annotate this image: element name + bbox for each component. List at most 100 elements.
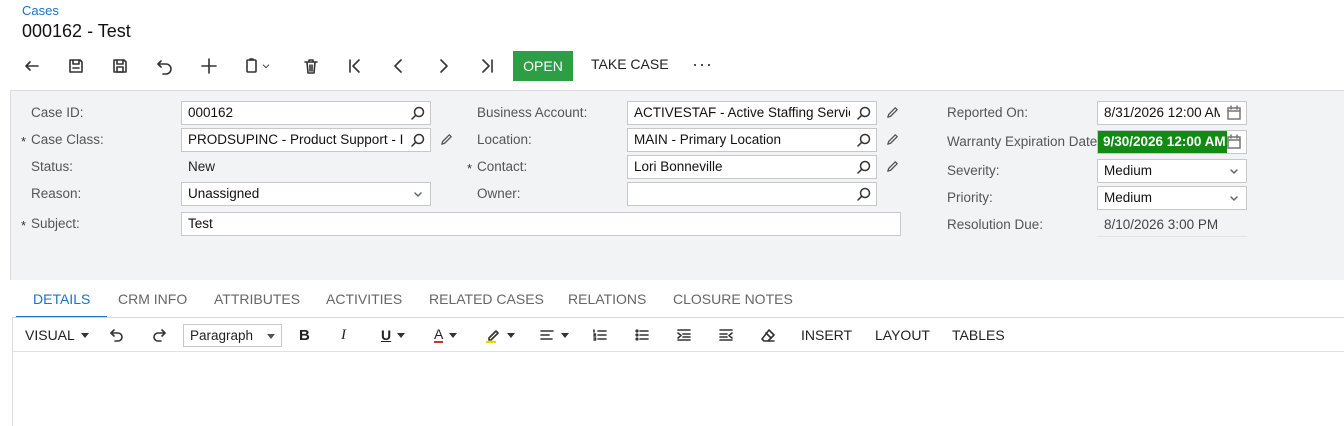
tables-menu[interactable]: TABLES [952,318,1005,352]
edit-contact-icon[interactable] [885,159,901,175]
tab-details[interactable]: DETAILS [16,283,108,318]
insert-menu[interactable]: INSERT [801,318,852,352]
details-editor-area[interactable] [12,352,1344,426]
tab-bar: DETAILS CRM INFO ATTRIBUTES ACTIVITIES R… [16,283,1344,318]
previous-record-button[interactable] [383,50,415,82]
clear-formatting-button[interactable] [760,318,776,352]
search-icon[interactable] [856,186,872,202]
redo-icon [153,329,166,342]
save-icon [113,59,127,73]
case-class-field[interactable]: PRODSUPINC - Product Support - Inc [181,128,431,152]
case-id-label: Case ID: [31,105,84,120]
copy-paste-button[interactable] [237,50,277,82]
indent-icon [677,329,691,341]
case-class-label: Case Class: [31,132,104,147]
search-icon[interactable] [856,132,872,148]
first-icon [349,59,360,73]
paragraph-format-value: Paragraph [190,328,254,343]
align-dropdown[interactable] [539,318,569,352]
chevron-down-icon [262,64,270,69]
numbered-list-button[interactable] [592,318,608,352]
save-button[interactable] [104,50,136,82]
business-account-label: Business Account: [477,105,588,120]
calendar-icon[interactable] [1226,105,1242,121]
tab-relations[interactable]: RELATIONS [568,283,646,318]
take-case-button[interactable]: TAKE CASE [591,56,669,72]
warranty-expiration-value: 9/30/2026 12:00 AM [1098,131,1227,153]
italic-button[interactable]: I [341,318,346,352]
location-field[interactable]: MAIN - Primary Location [627,128,877,152]
tab-attributes[interactable]: ATTRIBUTES [214,283,300,318]
tab-closure-notes[interactable]: CLOSURE NOTES [673,283,793,318]
back-arrow-icon [25,61,39,71]
tab-related-cases[interactable]: RELATED CASES [429,283,544,318]
trash-icon [304,59,318,74]
last-record-button[interactable] [471,50,503,82]
search-icon[interactable] [856,105,872,121]
undo-icon [110,329,123,342]
edit-case-class-icon[interactable] [439,132,455,148]
priority-select[interactable]: Medium [1097,186,1247,210]
save-and-close-button[interactable] [60,50,92,82]
visual-mode-dropdown[interactable]: VISUAL [25,318,89,352]
chevron-left-icon [394,59,402,73]
highlight-color-dropdown[interactable] [485,318,515,352]
paragraph-format-select[interactable]: Paragraph [183,324,282,347]
subject-input[interactable]: Test [181,212,901,236]
warranty-expiration-label: Warranty Expiration Date: [947,134,1102,149]
breadcrumb[interactable]: Cases [22,3,59,18]
priority-label: Priority: [947,190,993,205]
calendar-icon[interactable] [1226,134,1242,150]
add-new-button[interactable] [193,50,225,82]
status-value: New [188,159,216,174]
caret-down-icon [80,332,89,338]
edit-business-account-icon[interactable] [885,105,901,121]
toolbar: OPEN TAKE CASE ··· [12,50,772,82]
cancel-button[interactable] [149,50,181,82]
bullet-list-button[interactable] [634,318,650,352]
font-color-dropdown[interactable]: A [434,318,458,352]
indent-button[interactable] [676,318,692,352]
layout-menu[interactable]: LAYOUT [875,318,930,352]
caret-down-icon [397,332,406,338]
reason-select[interactable]: Unassigned [181,182,431,206]
subject-value: Test [188,216,213,231]
location-label: Location: [477,132,532,147]
reason-label: Reason: [31,186,82,201]
search-icon[interactable] [410,105,426,121]
save-close-icon [69,59,83,73]
back-button[interactable] [16,50,48,82]
case-id-field[interactable]: 000162 [181,101,431,125]
undo-button[interactable] [109,318,125,352]
outdent-button[interactable] [718,318,734,352]
visual-mode-label: VISUAL [25,327,75,343]
bold-button[interactable]: B [299,318,310,352]
underline-dropdown[interactable]: U [381,318,406,352]
chevron-down-icon [1226,163,1242,179]
tab-activities[interactable]: ACTIVITIES [326,283,402,318]
search-icon[interactable] [856,159,872,175]
search-icon[interactable] [410,132,426,148]
severity-label: Severity: [947,163,1000,178]
more-options-icon[interactable]: ··· [692,54,713,75]
open-button[interactable]: OPEN [513,51,573,81]
page-title: 000162 - Test [22,21,131,41]
owner-field[interactable] [627,182,877,206]
business-account-field[interactable]: ACTIVESTAF - Active Staffing Services [627,101,877,125]
reason-value: Unassigned [188,186,260,201]
contact-field[interactable]: Lori Bonneville [627,155,877,179]
tab-crm-info[interactable]: CRM INFO [118,283,187,318]
align-left-icon [540,330,554,340]
plus-icon [201,58,217,74]
redo-button[interactable] [151,318,167,352]
edit-location-icon[interactable] [885,132,901,148]
delete-button[interactable] [295,50,327,82]
subject-label: Subject: [31,216,80,231]
severity-select[interactable]: Medium [1097,159,1247,183]
next-record-button[interactable] [427,50,459,82]
reported-on-field[interactable]: 8/31/2026 12:00 AM [1097,101,1247,125]
resolution-due-label: Resolution Due: [947,217,1044,232]
chevron-down-icon [1226,190,1242,206]
first-record-button[interactable] [339,50,371,82]
required-marker: * [467,161,473,176]
